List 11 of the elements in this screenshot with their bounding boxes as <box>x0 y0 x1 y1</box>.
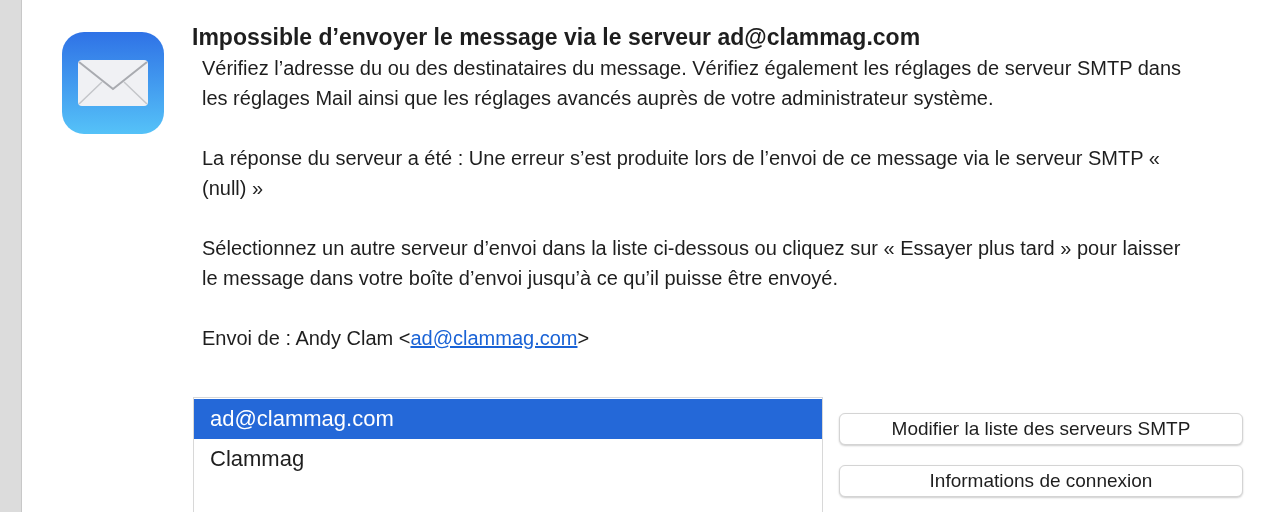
email-link[interactable]: ad@clammag.com <box>410 327 578 349</box>
server-item[interactable]: ad@clammag.com <box>194 399 822 439</box>
message-text: Sélectionnez un autre serveur d’envoi dans la liste ci-dessous ou cliquez sur « Essayer plus tard » pour laisser le message dans votre boîte d’envoi jusqu’à ce qu’il puisse être envoyé. <box>202 236 1182 291</box>
message-text: Vérifiez l’adresse du ou des destinataires du message. Vérifiez également les réglages de serveur SMTP dans les réglages Mail ainsi que les réglages avancés auprès de votre administrateur système. <box>202 56 1182 111</box>
sender-text: Envoi de : Andy Clam <ad@clammag.com> <box>202 326 591 351</box>
message-text: La réponse du serveur a été : Une erreur s’est produite lors de l’envoi de ce message via le serveur SMTP « (null) » <box>202 146 1161 201</box>
dialog-title: Impossible d’envoyer le message via le serveur ad@clammag.com <box>192 23 922 52</box>
envelope-icon <box>62 32 164 134</box>
server-item[interactable]: Clammag <box>194 439 822 479</box>
server-button[interactable]: Informations de connexion <box>839 465 1243 497</box>
server-button[interactable]: Modifier la liste des serveurs SMTP <box>839 413 1243 445</box>
